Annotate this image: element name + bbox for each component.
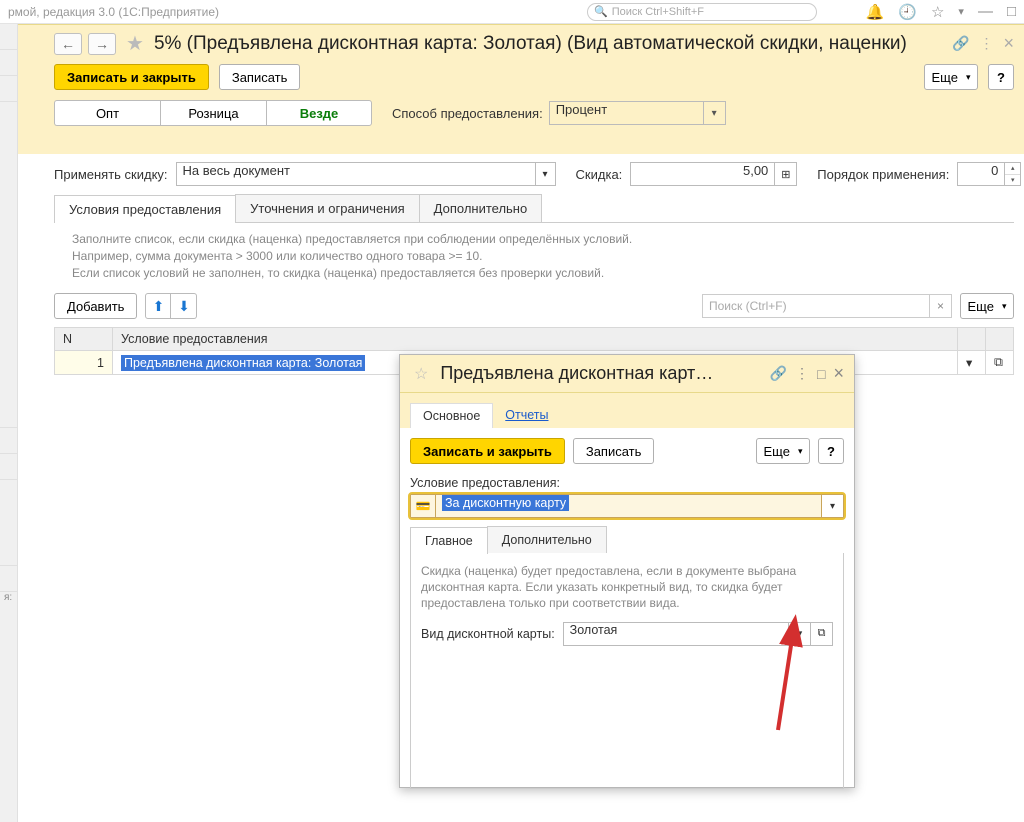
popup-more-button[interactable]: Еще▾ [756, 438, 810, 464]
card-icon: 💳 [410, 494, 436, 518]
move-up-button[interactable]: ⬆ [145, 293, 171, 319]
col-header-condition[interactable]: Условие предоставления [113, 328, 958, 351]
page-title: 5% (Предъявлена дисконтная карта: Золота… [154, 33, 907, 55]
tab-conditions[interactable]: Условия предоставления [54, 195, 236, 223]
nav-back-button[interactable]: ← [54, 33, 82, 55]
card-type-input[interactable]: Золотая [563, 622, 789, 646]
popup-kebab-icon[interactable]: ⋮ [795, 365, 809, 382]
conditions-more-button[interactable]: Еще▾ [960, 293, 1014, 319]
more-button[interactable]: Еще▾ [924, 64, 978, 90]
row-dropdown-icon[interactable]: ▾ [958, 351, 986, 375]
nav-forward-button[interactable]: → [88, 33, 116, 55]
global-search-input[interactable]: 🔍 Поиск Ctrl+Shift+F [587, 3, 817, 21]
card-type-open-icon[interactable]: ⧉ [811, 622, 833, 646]
method-select[interactable]: Процент [549, 101, 704, 125]
star-header-icon[interactable]: ☆ [931, 3, 944, 21]
minimize-icon[interactable]: — [978, 3, 993, 20]
tab-additional[interactable]: Дополнительно [419, 194, 543, 222]
calculator-icon[interactable]: ⊞ [775, 162, 797, 186]
apply-discount-caret[interactable]: ▾ [536, 162, 556, 186]
chevron-down-icon: ▾ [966, 72, 971, 83]
row-number: 1 [55, 351, 113, 375]
popup-close-icon[interactable]: × [833, 363, 844, 384]
popup-condition-label: Условие предоставления: [400, 474, 854, 492]
conditions-hint: Заполните список, если скидка (наценка) … [54, 231, 1014, 289]
segment-opt[interactable]: Опт [54, 100, 160, 126]
apply-discount-label: Применять скидку: [54, 167, 168, 182]
order-label: Порядок применения: [817, 167, 949, 182]
discount-label: Скидка: [576, 167, 623, 182]
segment-retail[interactable]: Розница [160, 100, 266, 126]
app-title-fragment: рмой, редакция 3.0 (1С:Предприятие) [8, 5, 219, 19]
user-menu[interactable]: ▾ [958, 5, 964, 18]
clock-icon[interactable]: 🕘 [898, 3, 917, 21]
left-gutter: я: [0, 24, 18, 822]
star-icon[interactable]: ★ [126, 31, 144, 56]
method-select-caret[interactable]: ▾ [704, 101, 726, 125]
segment-everywhere[interactable]: Везде [266, 100, 372, 126]
row-open-icon[interactable]: ⧉ [986, 351, 1014, 375]
save-and-close-button[interactable]: Записать и закрыть [54, 64, 209, 90]
close-icon[interactable]: × [1003, 33, 1014, 54]
add-button[interactable]: Добавить [54, 293, 137, 319]
popup-save-button[interactable]: Записать [573, 438, 655, 464]
popup-link-icon[interactable]: 🔗 [770, 365, 787, 382]
help-button[interactable]: ? [988, 64, 1014, 90]
popup-help-button[interactable]: ? [818, 438, 844, 464]
method-label: Способ предоставления: [392, 106, 543, 121]
popup-save-close-button[interactable]: Записать и закрыть [410, 438, 565, 464]
app-bar: рмой, редакция 3.0 (1С:Предприятие) 🔍 По… [0, 0, 1024, 24]
conditions-search-input[interactable]: Поиск (Ctrl+F) [702, 294, 930, 318]
bell-icon[interactable]: 🔔 [866, 3, 885, 21]
card-type-label: Вид дисконтной карты: [421, 627, 555, 641]
popup-subtab-main[interactable]: Основное [410, 403, 493, 428]
popup-tab-main[interactable]: Главное [410, 527, 488, 554]
col-header-n[interactable]: N [55, 328, 113, 351]
apply-discount-select[interactable]: На весь документ [176, 162, 536, 186]
search-icon: 🔍 [594, 5, 608, 18]
global-search-placeholder: Поиск Ctrl+Shift+F [612, 6, 704, 18]
maximize-icon[interactable]: □ [1007, 3, 1016, 20]
conditions-search-clear[interactable]: × [930, 294, 952, 318]
popup-tab-additional[interactable]: Дополнительно [487, 526, 607, 553]
condition-popup: ☆ Предъявлена дисконтная карт… 🔗 ⋮ □ × О… [399, 354, 855, 788]
kebab-icon[interactable]: ⋮ [979, 35, 993, 52]
order-input[interactable]: 0 [957, 162, 1005, 186]
popup-star-icon[interactable]: ☆ [414, 364, 428, 384]
popup-title: Предъявлена дисконтная карт… [440, 363, 761, 384]
popup-subtab-reports[interactable]: Отчеты [493, 403, 560, 428]
card-type-dropdown-icon[interactable]: ▾ [789, 622, 811, 646]
move-down-button[interactable]: ⬇ [171, 293, 197, 319]
popup-condition-select[interactable]: За дисконтную карту [436, 494, 822, 518]
save-button[interactable]: Записать [219, 64, 301, 90]
popup-maximize-icon[interactable]: □ [817, 366, 825, 382]
link-icon[interactable]: 🔗 [952, 35, 969, 52]
order-spinner[interactable]: ▴▾ [1005, 162, 1021, 186]
popup-condition-caret[interactable]: ▾ [822, 494, 844, 518]
discount-input[interactable]: 5,00 [630, 162, 775, 186]
tab-refinements[interactable]: Уточнения и ограничения [235, 194, 420, 222]
popup-body-hint: Скидка (наценка) будет предоставлена, ес… [421, 563, 833, 612]
